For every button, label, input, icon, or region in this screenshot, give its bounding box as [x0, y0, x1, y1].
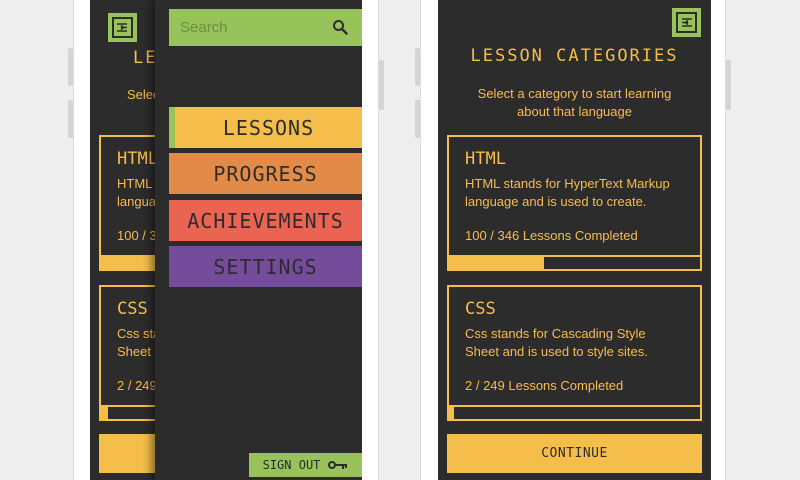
card-description: HTML stands for HyperText Markup languag… — [465, 176, 670, 209]
menu-icon — [117, 23, 127, 32]
navigation-drawer: LESSONS PROGRESS ACHIEVEMENTS SETTINGS S… — [155, 0, 362, 480]
phone-left-volume-button — [68, 48, 73, 86]
lessons-completed: 2 / 249 Lessons Completed — [465, 378, 624, 393]
nav-item-lessons[interactable]: LESSONS — [169, 107, 362, 148]
lessons-completed: 100 / 346 Lessons Completed — [465, 228, 638, 243]
phone-right-volume-button-2 — [415, 100, 420, 138]
progress-fill — [449, 257, 545, 269]
sign-out-label: SIGN OUT — [262, 458, 321, 472]
phone-left-volume-button-2 — [68, 100, 73, 138]
card-title: HTML — [465, 149, 506, 169]
sign-out-button[interactable]: SIGN OUT — [249, 453, 362, 477]
category-card-css[interactable]: CSS Css stands for Cascading Style Sheet… — [447, 285, 702, 421]
progress-fill — [449, 407, 455, 419]
continue-button[interactable]: CONTINUE — [447, 434, 702, 473]
phone-right-power-button — [726, 60, 731, 110]
search-input[interactable] — [169, 9, 319, 46]
card-description: Css stands for Cascading Style Sheet and… — [465, 326, 648, 359]
key-icon — [328, 461, 348, 469]
nav-item-progress[interactable]: PROGRESS — [169, 153, 362, 194]
search-bar — [169, 9, 362, 46]
left-screen: LES Selec HTML HTML langua 100 / 3 CSS C… — [90, 0, 362, 480]
progress-bar — [449, 405, 700, 419]
lessons-completed: 2 / 249 — [117, 378, 157, 393]
phone-right-volume-button — [415, 48, 420, 86]
progress-bar — [449, 255, 700, 269]
nav-item-settings[interactable]: SETTINGS — [169, 246, 362, 287]
menu-icon — [682, 18, 692, 27]
search-icon[interactable] — [332, 19, 348, 35]
menu-toggle-button[interactable] — [107, 12, 138, 43]
page-title: LESSON CATEGORIES — [470, 46, 679, 66]
menu-close-button[interactable] — [671, 7, 702, 38]
card-title: HTML — [117, 149, 158, 169]
category-card-html[interactable]: HTML HTML stands for HyperText Markup la… — [447, 135, 702, 271]
phone-left-power-button — [379, 60, 384, 110]
nav-item-achievements[interactable]: ACHIEVEMENTS — [169, 200, 362, 241]
right-screen: LESSON CATEGORIES Select a category to s… — [438, 0, 711, 480]
card-title: CSS — [117, 299, 148, 319]
lessons-completed: 100 / 3 — [117, 228, 157, 243]
card-title: CSS — [465, 299, 496, 319]
page-subtitle: Select a category to start learning abou… — [477, 86, 672, 119]
